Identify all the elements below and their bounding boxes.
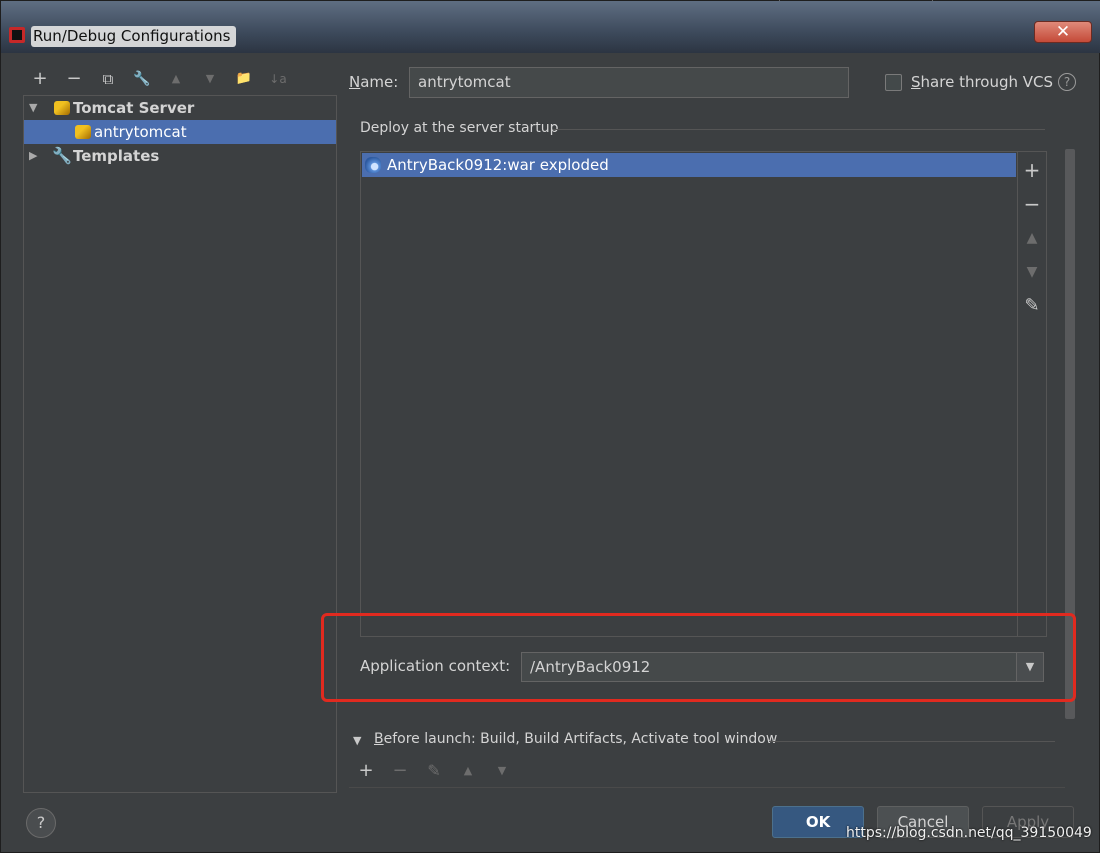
share-help-icon[interactable]: ? [1058,73,1076,91]
tree-item-label: antrytomcat [94,123,187,141]
close-button[interactable]: ✕ [1034,21,1092,43]
move-up-icon[interactable]: ▲ [1017,224,1047,252]
section-divider [769,741,1055,742]
tree-item-templates[interactable]: ▶ 🔧 Templates [24,144,336,168]
help-icon[interactable]: ? [26,808,56,838]
intellij-app-icon [9,27,25,43]
watermark-text: https://blog.csdn.net/qq_39150049 [846,825,1092,841]
tree-item-tomcat-server[interactable]: ▼ Tomcat Server [24,96,336,120]
wrench-icon[interactable]: 🔧 [129,65,155,93]
chevron-down-icon[interactable]: ▼ [1016,652,1044,682]
wrench-icon: 🔧 [52,146,72,165]
sort-icon[interactable]: ↓a [265,65,291,93]
title-bar[interactable]: Run/Debug Configurations ✕ [1,1,1100,53]
move-down-icon[interactable]: ▼ [197,65,223,93]
configurations-tree[interactable]: ▼ Tomcat Server antrytomcat ▶ 🔧 Template… [23,95,337,793]
tree-item-antrytomcat[interactable]: antrytomcat [24,120,336,144]
edit-pencil-icon[interactable]: ✎ [1017,292,1047,320]
remove-artifact-icon[interactable]: − [1017,190,1047,218]
list-item[interactable]: AntryBack0912:war exploded [362,153,1016,177]
new-folder-icon[interactable]: 📁 [231,65,257,93]
before-launch-toolbar: + − ✎ ▲ ▼ [353,758,523,784]
add-artifact-icon[interactable]: + [1017,156,1047,184]
vertical-scrollbar[interactable] [1065,149,1075,719]
tree-item-label: Templates [73,147,160,165]
application-context-label: Application context: [360,657,511,675]
section-divider [553,129,1045,130]
artifact-icon [365,157,381,173]
share-vcs-checkbox[interactable] [885,74,902,91]
application-context-input[interactable]: /AntryBack0912 [521,652,1017,682]
collapse-arrow-icon[interactable]: ▼ [353,734,361,747]
add-icon[interactable]: + [27,65,53,93]
run-debug-dialog: Run/Debug Configurations ✕ + − ⧉ 🔧 ▲ ▼ 📁… [0,0,1100,853]
footer-divider [349,787,1065,788]
move-down-icon[interactable]: ▼ [489,758,515,784]
copy-icon[interactable]: ⧉ [95,65,121,93]
name-input[interactable]: antrytomcat [409,67,849,98]
before-launch-label[interactable]: Before launch: Build, Build Artifacts, A… [374,731,777,747]
move-down-icon[interactable]: ▼ [1017,258,1047,286]
window-title: Run/Debug Configurations [31,26,237,47]
move-up-icon[interactable]: ▲ [455,758,481,784]
add-task-icon[interactable]: + [353,758,379,784]
expand-arrow-icon[interactable]: ▼ [29,96,41,120]
tree-item-label: Tomcat Server [73,99,195,117]
collapse-arrow-icon[interactable]: ▶ [29,144,41,168]
tomcat-icon [54,101,70,115]
deploy-section-title: Deploy at the server startup [360,120,559,136]
deploy-artifacts-list[interactable]: AntryBack0912:war exploded [360,151,1018,637]
edit-pencil-icon[interactable]: ✎ [421,758,447,784]
share-vcs-label[interactable]: Share through VCS [911,73,1053,91]
deploy-list-toolbar: + − ▲ ▼ ✎ [1017,151,1047,637]
configurations-toolbar: + − ⧉ 🔧 ▲ ▼ 📁 ↓a [23,65,337,93]
name-label: Name: [349,73,399,91]
tomcat-icon [75,125,91,139]
remove-icon[interactable]: − [61,65,87,93]
remove-task-icon[interactable]: − [387,758,413,784]
move-up-icon[interactable]: ▲ [163,65,189,93]
